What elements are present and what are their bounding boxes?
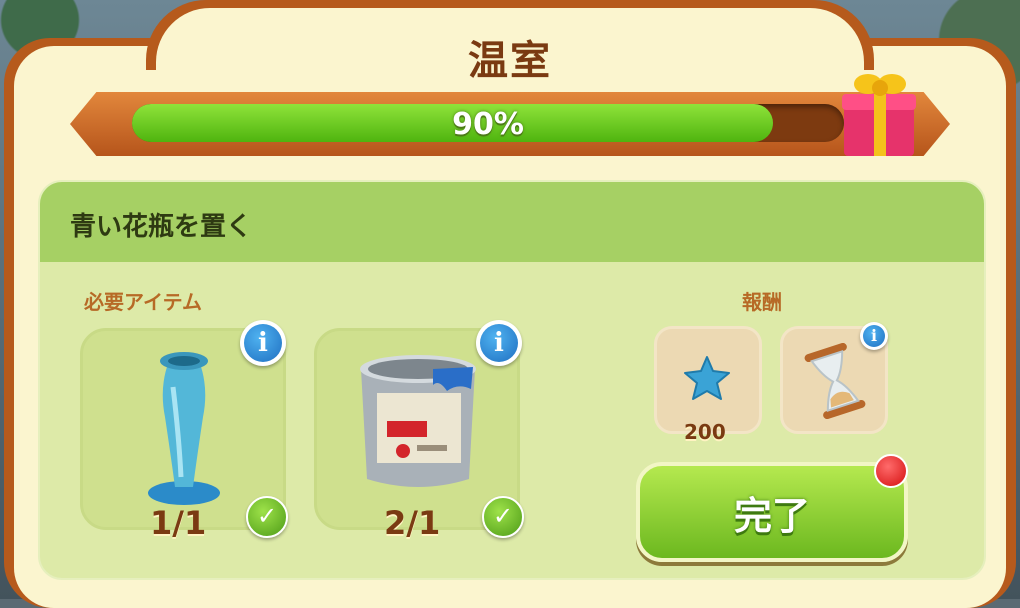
info-icon: i — [480, 324, 518, 362]
progress-bar: 90% — [132, 104, 844, 142]
complete-button-label: 完了 — [733, 493, 810, 538]
vase-info-button[interactable]: i — [240, 320, 286, 366]
gift-icon[interactable] — [838, 66, 922, 160]
star-icon — [684, 356, 730, 400]
check-icon: ✓ — [246, 496, 288, 538]
hourglass-icon — [804, 343, 866, 419]
required-items-label: 必要アイテム — [84, 290, 202, 314]
task-title: 青い花瓶を置く — [70, 212, 253, 242]
check-icon: ✓ — [482, 496, 524, 538]
star-reward-amount: 200 — [684, 420, 726, 444]
info-icon: i — [244, 324, 282, 362]
notification-dot — [874, 454, 908, 488]
paint-can-icon — [360, 355, 476, 487]
reward-label: 報酬 — [742, 290, 782, 314]
info-icon: i — [863, 325, 885, 347]
paint-can-count: 2/1 — [384, 504, 441, 542]
hourglass-info-button[interactable]: i — [860, 322, 888, 350]
paint-can-info-button[interactable]: i — [476, 320, 522, 366]
complete-button[interactable]: 完了 — [636, 462, 908, 562]
task-header: 青い花瓶を置く — [40, 182, 984, 262]
progress-label: 90% — [452, 107, 524, 142]
vase-icon — [148, 352, 220, 505]
vase-count: 1/1 — [150, 504, 207, 542]
reward-star — [654, 326, 762, 434]
